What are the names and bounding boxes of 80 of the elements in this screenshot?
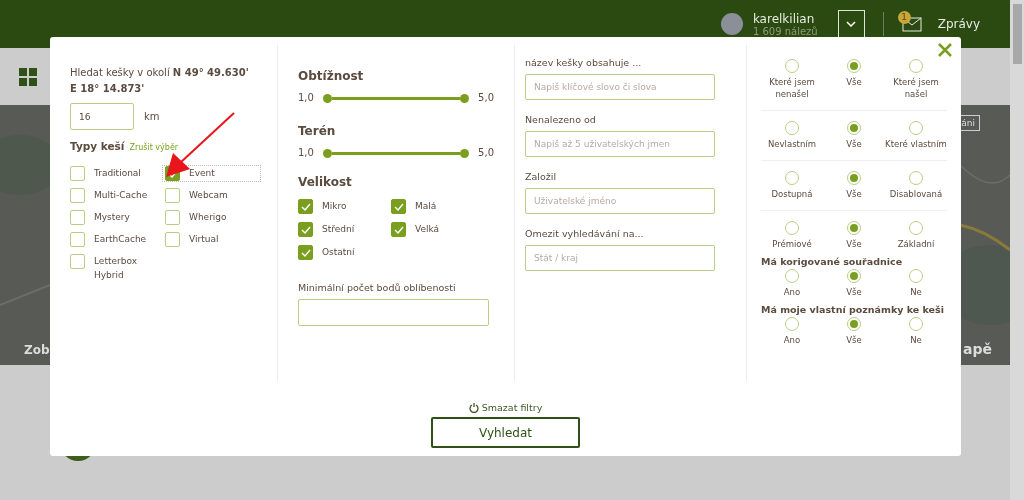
messages-link[interactable]: Zprávy	[937, 17, 980, 31]
radio-option[interactable]: Které jsem našel	[885, 59, 947, 100]
size-checkbox[interactable]: Mikro	[298, 199, 391, 214]
radio-option[interactable]: Vše	[823, 269, 885, 298]
close-icon	[938, 43, 952, 57]
size-checkbox[interactable]: Ostatní	[298, 245, 391, 260]
group-heading: Má moje vlastní poznámky ke keši	[761, 304, 945, 315]
range-slider-track[interactable]	[331, 96, 461, 100]
check-icon	[300, 248, 311, 257]
radio-option[interactable]: Ne	[885, 269, 947, 298]
group-heading: Má korigované souřadnice	[761, 256, 904, 267]
size-checkbox[interactable]: Malá	[391, 199, 484, 214]
size-checkbox[interactable]: Střední	[298, 222, 391, 237]
types-heading: Typy keší	[70, 140, 125, 152]
radio-option[interactable]: Vše	[823, 171, 885, 200]
radio-option[interactable]: Prémiové	[761, 221, 823, 250]
radio-option[interactable]: Které vlastním	[885, 121, 947, 150]
text-field[interactable]: Napiš klíčové slovo či slova	[525, 74, 715, 100]
favorites-label: Minimální počet bodů oblíbenosti	[298, 282, 457, 293]
slider-min-label: 1,0	[298, 91, 314, 105]
radio-option[interactable]: Ano	[761, 269, 823, 298]
size-heading: Velikost	[298, 175, 353, 189]
message-count-badge: 1	[897, 10, 911, 24]
field-label: Omezit vyhledávání na...	[525, 228, 645, 239]
slider-max-label: 5,0	[478, 146, 494, 160]
slider-max-label: 5,0	[478, 91, 494, 105]
cache-type-checkbox[interactable]: Multi-Cache	[70, 188, 165, 203]
text-field[interactable]: Stát / kraj	[525, 245, 715, 271]
cache-type-checkbox[interactable]: Mystery	[70, 210, 165, 225]
radio-option[interactable]: Vše	[823, 121, 885, 150]
cache-type-checkbox[interactable]: Wherigo	[165, 210, 260, 225]
slider-heading: Obtížnost	[298, 69, 364, 83]
favorites-field[interactable]	[298, 299, 489, 326]
radio-option[interactable]: Ano	[761, 317, 823, 346]
slider-handle[interactable]	[460, 93, 470, 103]
radio-option[interactable]: Které jsem nenašel	[761, 59, 823, 100]
check-icon	[393, 225, 404, 234]
search-button[interactable]: Vyhledat	[431, 417, 580, 448]
field-label: Založil	[525, 171, 558, 182]
cache-type-checkbox[interactable]: EarthCache	[70, 232, 165, 247]
check-icon	[393, 202, 404, 211]
radio-option[interactable]: Základní	[885, 221, 947, 250]
cache-type-checkbox[interactable]: Webcam	[165, 188, 260, 203]
cache-type-checkbox[interactable]: Traditional	[70, 166, 165, 181]
slider-handle[interactable]	[460, 148, 470, 158]
radio-option[interactable]: Vše	[823, 221, 885, 250]
clear-filters-button[interactable]: Smazat filtry	[468, 402, 543, 413]
slider-min-label: 1,0	[298, 146, 314, 160]
slider-handle[interactable]	[322, 93, 332, 103]
chevron-down-icon	[846, 21, 857, 27]
logo-icon	[18, 66, 38, 87]
slider-handle[interactable]	[322, 148, 332, 158]
radio-option[interactable]: Vše	[823, 317, 885, 346]
size-checkbox[interactable]: Velká	[391, 222, 484, 237]
finds-count: 1 609 nálezů	[752, 25, 818, 37]
map-heading: apě	[963, 341, 992, 357]
radio-option[interactable]: Dostupná	[761, 171, 823, 200]
check-icon	[300, 202, 311, 211]
cache-type-checkbox[interactable]: Letterbox Hybrid	[70, 254, 165, 282]
radius-field[interactable]: 16	[70, 103, 134, 130]
radio-option[interactable]: Ne	[885, 317, 947, 346]
location-text: Hledat kešky v okolí N 49° 49.630' E 18° 14.873'	[70, 66, 250, 96]
user-avatar[interactable]	[720, 13, 743, 35]
text-field[interactable]: Napiš až 5 uživatelských jmen	[525, 131, 715, 157]
slider-heading: Terén	[298, 124, 336, 138]
range-slider-track[interactable]	[331, 151, 461, 155]
radio-option[interactable]: Nevlastním	[761, 121, 823, 150]
radio-option[interactable]: Disablovaná	[885, 171, 947, 200]
cache-type-checkbox[interactable]: Virtual	[165, 232, 260, 247]
unit-label: km	[144, 111, 160, 122]
username[interactable]: karelkilian	[752, 11, 818, 26]
map-heading: Zob	[24, 343, 50, 357]
text-field[interactable]: Uživatelské jméno	[525, 188, 715, 214]
radio-option[interactable]: Vše	[823, 59, 885, 100]
field-label: název kešky obsahuje ...	[525, 57, 643, 68]
scrollbar-thumb[interactable]	[1013, 4, 1022, 64]
refresh-icon	[468, 402, 479, 413]
field-label: Nenalezeno od	[525, 114, 597, 125]
check-icon	[300, 225, 311, 234]
close-button[interactable]	[937, 43, 953, 59]
